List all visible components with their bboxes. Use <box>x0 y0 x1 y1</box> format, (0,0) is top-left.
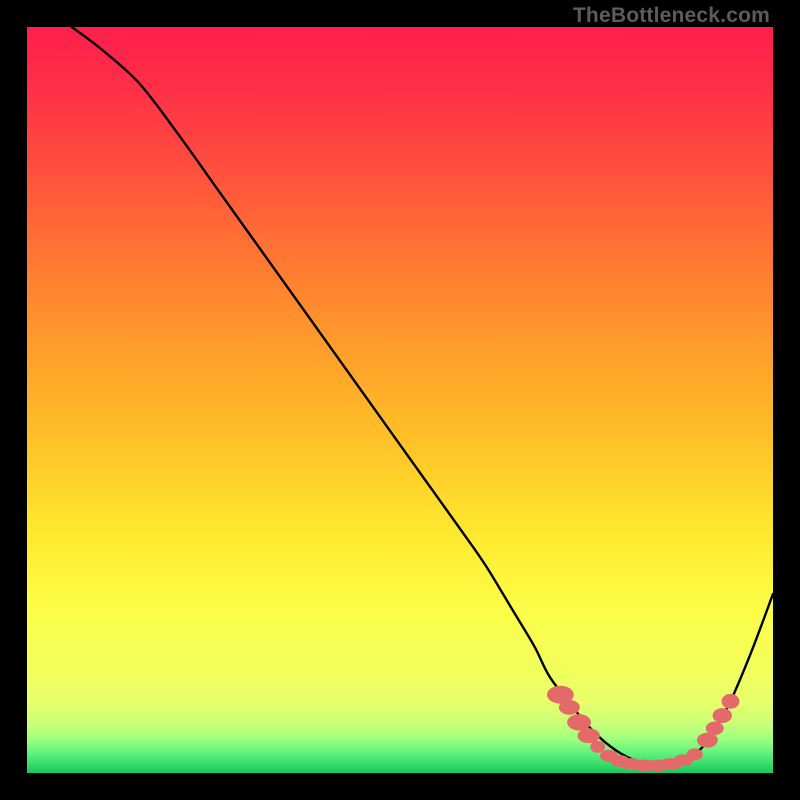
curve-marker <box>697 733 718 748</box>
watermark-text: TheBottleneck.com <box>573 4 770 28</box>
curve-marker <box>590 741 605 753</box>
curve-marker <box>567 714 591 730</box>
curve-marker <box>722 694 740 709</box>
curve-marker <box>706 722 724 735</box>
chart-background-gradient <box>27 27 773 773</box>
curve-marker <box>559 700 580 715</box>
curve-marker <box>686 748 702 760</box>
chart-svg <box>27 27 773 773</box>
curve-marker <box>713 708 732 723</box>
chart-plot-area <box>27 27 773 773</box>
chart-frame: TheBottleneck.com <box>0 0 800 800</box>
curve-marker <box>578 728 600 743</box>
